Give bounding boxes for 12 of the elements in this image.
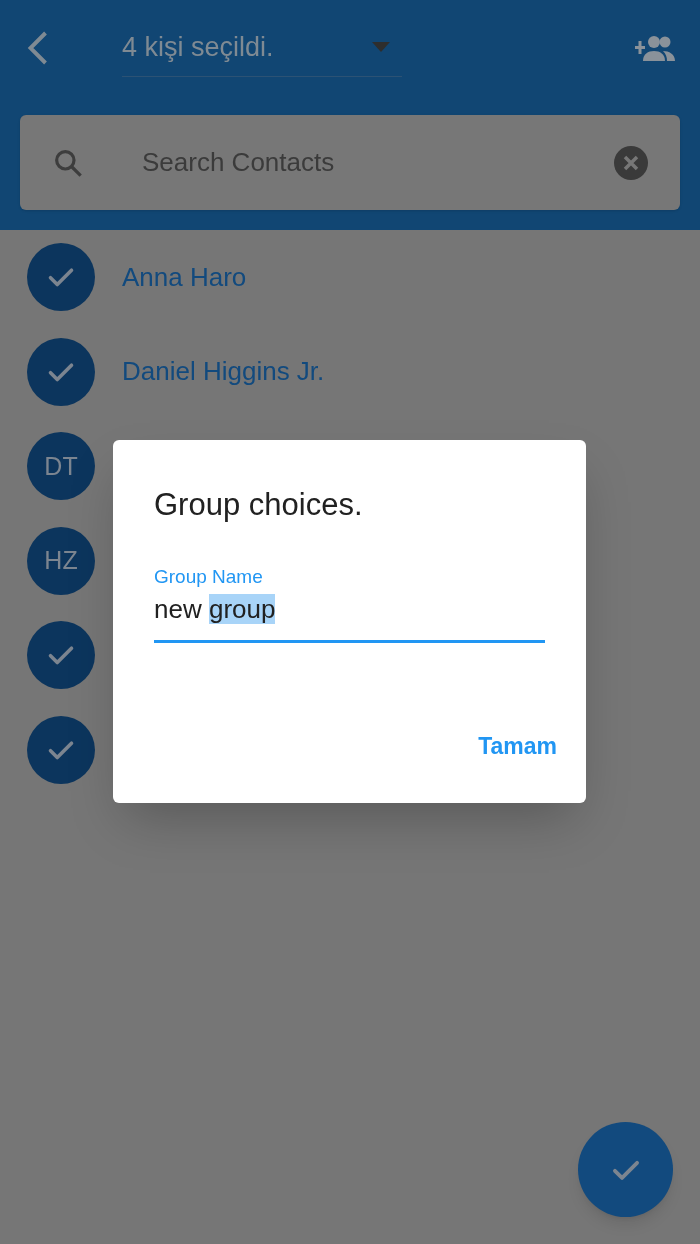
- group-name-field[interactable]: Group Name new group: [154, 566, 545, 643]
- add-group-icon[interactable]: [634, 33, 676, 62]
- contact-name[interactable]: Daniel Higgins Jr.: [122, 352, 325, 392]
- contact-avatar[interactable]: DT: [27, 432, 95, 501]
- clear-icon[interactable]: [614, 145, 648, 180]
- search-field[interactable]: Search Contacts: [20, 115, 680, 210]
- ok-button[interactable]: Tamam: [478, 728, 557, 763]
- contact-avatar[interactable]: HZ: [27, 526, 95, 595]
- contact-name[interactable]: Anna Haro: [122, 257, 247, 297]
- selection-dropdown[interactable]: 4 kişi seçildi.: [122, 18, 402, 77]
- dropdown-caret-icon: [372, 42, 390, 52]
- dialog-title: Group choices.: [154, 486, 364, 524]
